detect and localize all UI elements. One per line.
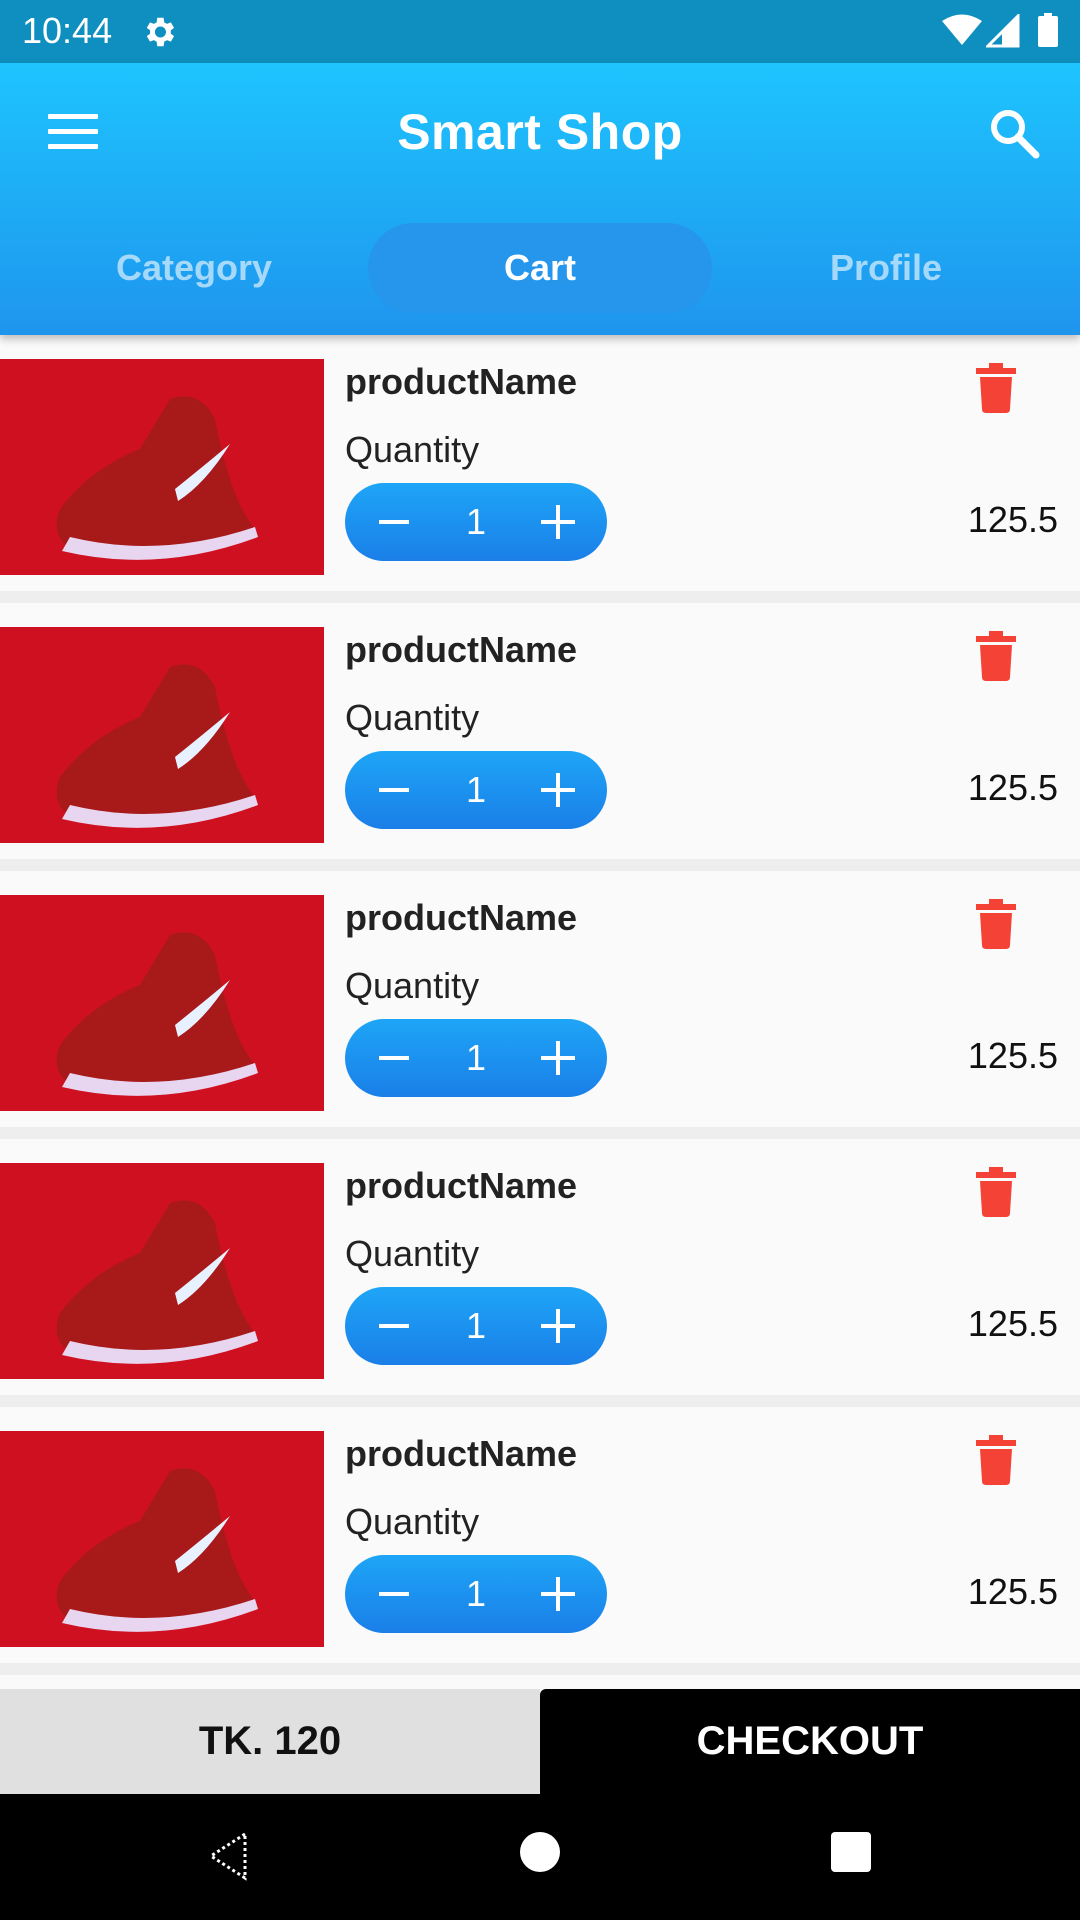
item-price: 125.5 bbox=[967, 1303, 1058, 1344]
product-name: productName bbox=[345, 361, 578, 402]
item-price: 125.5 bbox=[967, 1571, 1058, 1612]
plus-icon[interactable] bbox=[519, 1019, 597, 1097]
tab-category[interactable]: Category bbox=[52, 223, 336, 313]
quantity-label: Quantity bbox=[345, 965, 480, 1006]
recents-icon[interactable] bbox=[831, 1832, 871, 1872]
item-price: 125.5 bbox=[967, 1035, 1058, 1076]
item-price: 125.5 bbox=[967, 499, 1058, 540]
cart-item: productName Quantity 1 125.5 bbox=[0, 1407, 1080, 1675]
quantity-stepper: 1 bbox=[345, 1555, 607, 1633]
trash-icon[interactable] bbox=[976, 363, 1016, 413]
cart-item: productName Quantity 1 125.5 bbox=[0, 335, 1080, 603]
quantity-label: Quantity bbox=[345, 697, 480, 738]
app-bar: Smart Shop Category Cart Profile bbox=[0, 63, 1080, 335]
quantity-value: 1 bbox=[465, 1037, 487, 1078]
cell-signal-icon bbox=[986, 14, 1020, 48]
status-bar: 10:44 bbox=[0, 0, 1080, 63]
quantity-stepper: 1 bbox=[345, 751, 607, 829]
minus-icon[interactable] bbox=[355, 1287, 433, 1365]
quantity-value: 1 bbox=[465, 1305, 487, 1346]
product-image bbox=[0, 359, 324, 575]
product-name: productName bbox=[345, 1165, 578, 1206]
tab-bar: Category Cart Profile bbox=[0, 223, 1080, 313]
product-image bbox=[0, 1163, 324, 1379]
quantity-label: Quantity bbox=[345, 1233, 480, 1274]
system-nav-bar bbox=[0, 1794, 1080, 1920]
trash-icon[interactable] bbox=[976, 899, 1016, 949]
plus-icon[interactable] bbox=[519, 1287, 597, 1365]
product-image bbox=[0, 895, 324, 1111]
checkout-button[interactable]: CHECKOUT bbox=[540, 1689, 1080, 1794]
quantity-stepper: 1 bbox=[345, 1019, 607, 1097]
quantity-label: Quantity bbox=[345, 1501, 480, 1542]
cart-total: TK. 120 bbox=[0, 1689, 540, 1794]
product-name: productName bbox=[345, 629, 578, 670]
minus-icon[interactable] bbox=[355, 751, 433, 829]
quantity-stepper: 1 bbox=[345, 1287, 607, 1365]
gear-icon bbox=[146, 17, 175, 47]
item-price: 125.5 bbox=[967, 767, 1058, 808]
plus-icon[interactable] bbox=[519, 483, 597, 561]
cart-item: productName Quantity 1 125.5 bbox=[0, 871, 1080, 1139]
quantity-value: 1 bbox=[465, 501, 487, 542]
plus-icon[interactable] bbox=[519, 751, 597, 829]
trash-icon[interactable] bbox=[976, 1167, 1016, 1217]
trash-icon[interactable] bbox=[976, 631, 1016, 681]
product-name: productName bbox=[345, 897, 578, 938]
trash-icon[interactable] bbox=[976, 1435, 1016, 1485]
product-name: productName bbox=[345, 1433, 578, 1474]
status-time: 10:44 bbox=[22, 10, 113, 51]
product-image bbox=[0, 627, 324, 843]
quantity-stepper: 1 bbox=[345, 483, 607, 561]
page-title: Smart Shop bbox=[397, 104, 683, 160]
back-icon[interactable] bbox=[205, 1830, 253, 1882]
tab-profile[interactable]: Profile bbox=[744, 223, 1028, 313]
quantity-value: 1 bbox=[465, 769, 487, 810]
minus-icon[interactable] bbox=[355, 1019, 433, 1097]
minus-icon[interactable] bbox=[355, 483, 433, 561]
search-icon[interactable] bbox=[988, 107, 1040, 159]
tab-cart[interactable]: Cart bbox=[368, 223, 712, 313]
product-image bbox=[0, 1431, 324, 1647]
wifi-icon bbox=[942, 14, 982, 45]
plus-icon[interactable] bbox=[519, 1555, 597, 1633]
home-icon[interactable] bbox=[520, 1832, 560, 1872]
minus-icon[interactable] bbox=[355, 1555, 433, 1633]
battery-icon bbox=[1038, 13, 1058, 47]
quantity-value: 1 bbox=[465, 1573, 487, 1614]
cart-item: productName Quantity 1 125.5 bbox=[0, 603, 1080, 871]
quantity-label: Quantity bbox=[345, 429, 480, 470]
cart-item: productName Quantity 1 125.5 bbox=[0, 1139, 1080, 1407]
